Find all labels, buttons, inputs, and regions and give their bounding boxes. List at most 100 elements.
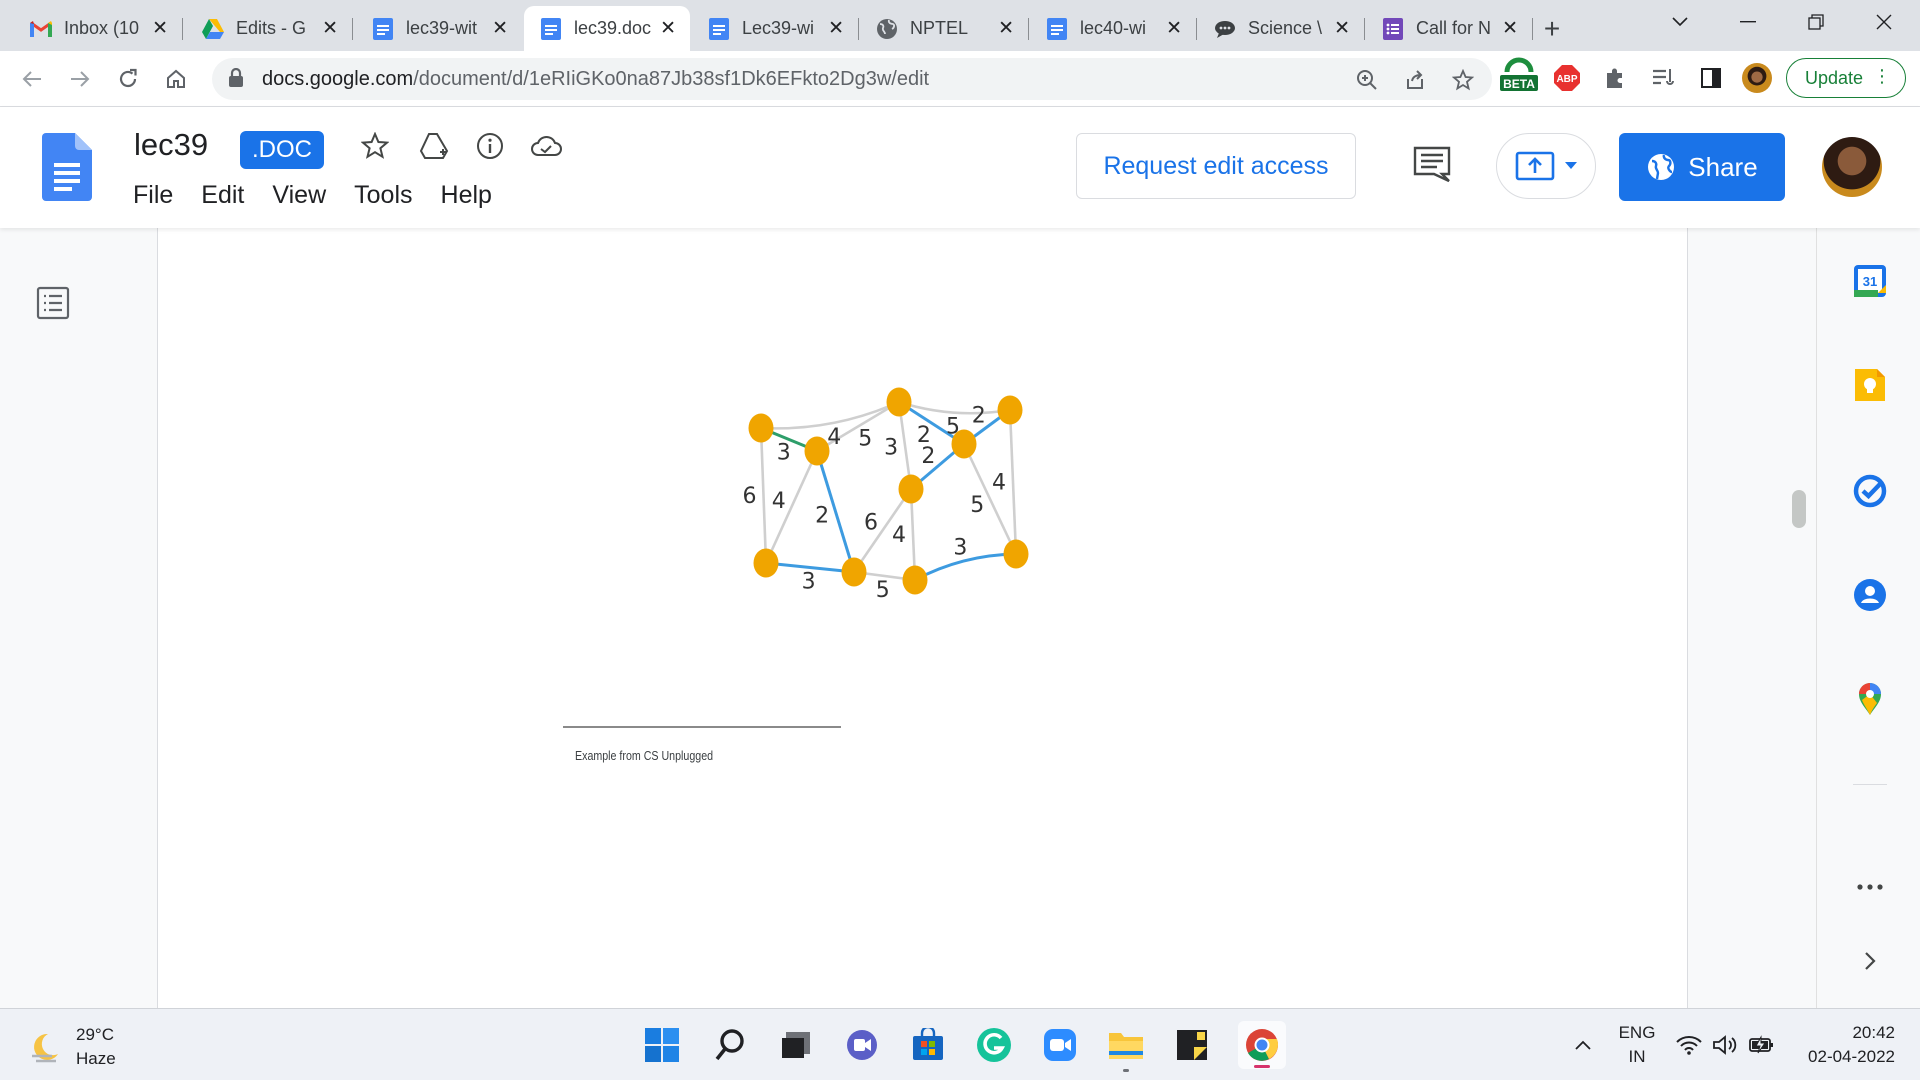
browser-tab[interactable]: lec39.doc ✕ — [524, 6, 690, 51]
present-dropdown-icon[interactable] — [1565, 162, 1577, 170]
scrollbar-thumb[interactable] — [1792, 490, 1806, 528]
browser-tab[interactable]: Call for N ✕ — [1366, 6, 1533, 51]
browser-tab[interactable]: NPTEL ✕ — [860, 6, 1029, 51]
system-clock[interactable]: 20:42 02-04-2022 — [1795, 1021, 1895, 1069]
close-tab-icon[interactable]: ✕ — [1166, 17, 1182, 40]
account-avatar[interactable] — [1822, 137, 1882, 197]
tab-separator — [1028, 18, 1029, 40]
windows-taskbar: 29°C Haze ENG IN 20:42 02-04-2022 — [0, 1008, 1920, 1080]
start-button-icon[interactable] — [642, 1025, 682, 1065]
close-tab-icon[interactable]: ✕ — [660, 17, 676, 40]
adblock-icon[interactable]: ABP — [1552, 63, 1582, 93]
menu-file[interactable]: File — [133, 181, 173, 210]
share-button[interactable]: Share — [1619, 133, 1785, 201]
extensions-puzzle-icon[interactable] — [1600, 63, 1630, 93]
chrome-taskbar-icon[interactable] — [1238, 1021, 1286, 1069]
close-tab-icon[interactable]: ✕ — [152, 17, 168, 40]
menu-help[interactable]: Help — [441, 181, 492, 210]
side-panel-icon[interactable] — [1696, 63, 1726, 93]
browser-tab[interactable]: Edits - G ✕ — [186, 6, 353, 51]
new-tab-button[interactable]: + — [1530, 6, 1574, 51]
weighted-graph-diagram: 4 5365422324256 43 53 — [743, 387, 1029, 603]
browser-tab[interactable]: lec40-wi ✕ — [1030, 6, 1197, 51]
beta-extension-icon[interactable]: BETA — [1500, 57, 1538, 91]
expand-panel-icon[interactable] — [1851, 942, 1889, 980]
close-window-button[interactable] — [1856, 0, 1912, 44]
browser-tab[interactable]: Lec39-wi ✕ — [692, 6, 859, 51]
footnote-text: Example from CS Unplugged — [575, 748, 714, 763]
tasks-icon[interactable] — [1851, 472, 1889, 510]
star-icon[interactable] — [358, 129, 392, 163]
update-button[interactable]: Update ⋮ — [1786, 58, 1906, 98]
tab-title: Science \ — [1248, 18, 1323, 38]
chrome-menu-icon[interactable]: ⋮ — [1873, 66, 1891, 87]
browser-tab[interactable]: Inbox (10 ✕ — [14, 6, 183, 51]
graph-node — [804, 436, 830, 466]
search-icon[interactable] — [710, 1025, 750, 1065]
close-tab-icon[interactable]: ✕ — [828, 17, 844, 40]
zoom-app-icon[interactable] — [1040, 1025, 1080, 1065]
share-page-icon[interactable] — [1402, 67, 1428, 93]
close-tab-icon[interactable]: ✕ — [492, 17, 508, 40]
restore-button[interactable] — [1788, 0, 1844, 44]
weather-widget[interactable]: 29°C Haze — [28, 1023, 116, 1071]
globe-icon — [876, 18, 898, 40]
file-explorer-icon[interactable] — [1106, 1025, 1146, 1072]
maps-icon[interactable] — [1851, 680, 1889, 718]
tab-search-chevron-icon[interactable] — [1652, 0, 1708, 44]
wifi-icon[interactable] — [1674, 1025, 1704, 1065]
weather-text: 29°C Haze — [76, 1023, 116, 1071]
document-title[interactable]: lec39 — [134, 127, 208, 163]
address-bar[interactable]: docs.google.com/document/d/1eRIiGKo0na87… — [212, 58, 1492, 100]
menu-view[interactable]: View — [272, 181, 326, 210]
more-apps-icon[interactable] — [1851, 868, 1889, 906]
tab-title: Inbox (10 — [64, 18, 140, 38]
close-tab-icon[interactable]: ✕ — [1334, 17, 1350, 40]
profile-avatar-small[interactable] — [1742, 63, 1772, 93]
move-to-drive-icon[interactable] — [417, 129, 451, 163]
cloud-saved-icon[interactable] — [529, 129, 563, 163]
forward-button[interactable] — [64, 63, 96, 95]
minimize-button[interactable] — [1720, 0, 1776, 44]
grammarly-icon[interactable] — [974, 1025, 1014, 1065]
task-view-icon[interactable] — [776, 1025, 816, 1065]
battery-icon[interactable] — [1746, 1025, 1776, 1065]
request-edit-access-button[interactable]: Request edit access — [1076, 133, 1356, 199]
close-tab-icon[interactable]: ✕ — [1502, 17, 1518, 40]
document-page[interactable]: 453654223242564353 Example from CS Unplu… — [157, 228, 1688, 1008]
tab-title: lec39.doc — [574, 18, 652, 38]
browser-tab[interactable]: lec39-wit ✕ — [356, 6, 522, 51]
document-outline-icon[interactable] — [36, 286, 70, 325]
volume-icon[interactable] — [1710, 1025, 1740, 1065]
globe-icon — [1648, 154, 1675, 180]
bookmark-star-icon[interactable] — [1450, 67, 1476, 93]
lock-icon[interactable] — [228, 67, 244, 93]
edge-weight-label: 4 — [772, 489, 786, 514]
store-icon[interactable] — [908, 1025, 948, 1065]
info-icon[interactable] — [473, 129, 507, 163]
edge-weight-label: 6 — [743, 484, 757, 509]
show-hidden-icons-chevron[interactable] — [1568, 1025, 1598, 1065]
calendar-icon[interactable]: 31 — [1851, 262, 1889, 300]
browser-tab[interactable]: Science \ ✕ — [1198, 6, 1365, 51]
home-button[interactable] — [160, 63, 192, 95]
comment-history-icon[interactable] — [1412, 145, 1452, 188]
present-button[interactable] — [1496, 133, 1596, 199]
reading-list-icon[interactable] — [1648, 63, 1678, 93]
url-text[interactable]: docs.google.com/document/d/1eRIiGKo0na87… — [262, 68, 929, 91]
edge-weight-label: 3 — [884, 435, 898, 460]
back-button[interactable] — [16, 63, 48, 95]
zoom-icon[interactable] — [1354, 67, 1380, 93]
teams-chat-icon[interactable] — [842, 1025, 882, 1065]
sticky-notes-icon[interactable] — [1172, 1025, 1212, 1065]
document-workarea: 453654223242564353 Example from CS Unplu… — [0, 228, 1816, 1008]
contacts-icon[interactable] — [1851, 576, 1889, 614]
keep-icon[interactable] — [1851, 366, 1889, 404]
close-tab-icon[interactable]: ✕ — [998, 17, 1014, 40]
docs-logo-icon[interactable] — [42, 133, 92, 206]
menu-edit[interactable]: Edit — [201, 181, 244, 210]
reload-button[interactable] — [112, 63, 144, 95]
input-language-indicator[interactable]: ENG IN — [1617, 1021, 1657, 1069]
close-tab-icon[interactable]: ✕ — [322, 17, 338, 40]
menu-tools[interactable]: Tools — [354, 181, 412, 210]
